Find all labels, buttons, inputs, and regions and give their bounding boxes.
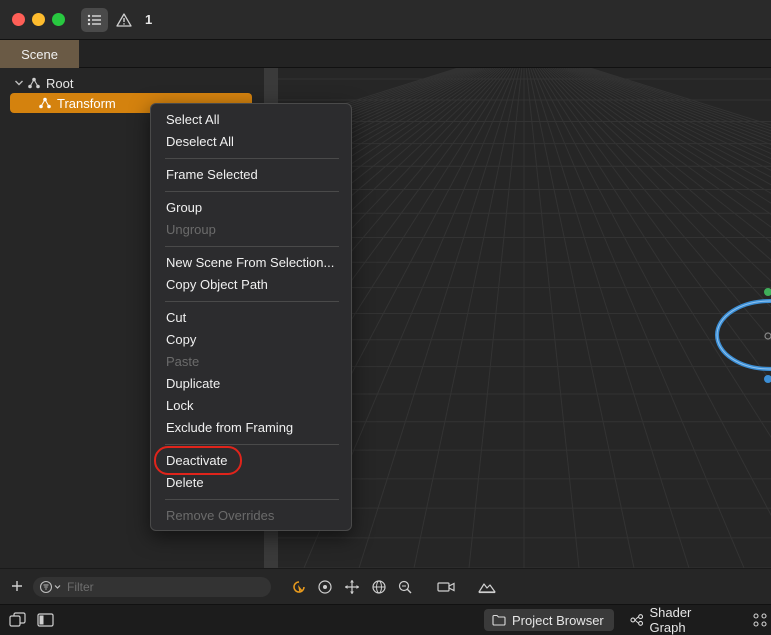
mountain-icon — [478, 583, 496, 594]
menu-separator — [165, 158, 339, 159]
filter-field[interactable] — [33, 577, 271, 597]
menu-item-new-scene-from-selection[interactable]: New Scene From Selection... — [166, 253, 334, 273]
orbit-tool-button[interactable] — [316, 578, 334, 596]
window-minimize-button[interactable] — [32, 13, 45, 26]
tab-bar: Scene — [0, 40, 771, 68]
more-tabs-icon[interactable] — [752, 612, 770, 628]
shader-graph-icon — [630, 614, 644, 626]
menu-item-delete[interactable]: Delete — [166, 473, 204, 493]
rotate-tool-button[interactable] — [370, 578, 388, 596]
zoom-tool-button[interactable] — [396, 578, 414, 596]
globe-icon — [372, 580, 386, 594]
tab-scene[interactable]: Scene — [0, 40, 79, 68]
menu-item-copy-object-path[interactable]: Copy Object Path — [166, 275, 268, 295]
status-bar: Project Browser Shader Graph — [0, 604, 771, 635]
camera-button[interactable] — [436, 578, 456, 596]
tab-shader-graph[interactable]: Shader Graph — [622, 605, 736, 635]
project-browser-label: Project Browser — [512, 612, 604, 628]
menu-item-select-all[interactable]: Select All — [166, 110, 219, 130]
hierarchy-toggle-button[interactable] — [81, 8, 108, 32]
plus-icon — [12, 581, 22, 591]
menu-item-paste: Paste — [166, 354, 200, 369]
issue-count: 1 — [145, 12, 153, 27]
tab-project-browser[interactable]: Project Browser — [484, 609, 614, 631]
filter-options-icon[interactable] — [39, 580, 63, 594]
menu-item-remove-overrides: Remove Overrides — [166, 508, 275, 523]
chevron-down-icon[interactable] — [14, 78, 24, 88]
node-icon — [39, 97, 51, 109]
hierarchy-footer — [0, 568, 278, 604]
move-arrows-icon — [345, 580, 359, 594]
camera-icon — [437, 582, 455, 592]
menu-item-group[interactable]: Group — [166, 198, 202, 218]
menu-item-cut[interactable]: Cut — [166, 308, 186, 328]
filter-input[interactable] — [67, 580, 247, 594]
zoom-icon — [398, 580, 412, 594]
transform-label: Transform — [57, 95, 116, 111]
menu-item-exclude-from-framing[interactable]: Exclude from Framing — [166, 418, 293, 438]
move-tool-button[interactable] — [343, 578, 361, 596]
menu-separator — [165, 246, 339, 247]
environment-button[interactable] — [477, 578, 497, 596]
root-label: Root — [46, 75, 74, 91]
window-maximize-button[interactable] — [52, 13, 65, 26]
add-entity-button[interactable] — [11, 577, 25, 595]
shader-graph-label: Shader Graph — [649, 605, 692, 635]
tree-row-root[interactable]: Root — [10, 73, 252, 93]
menu-item-ungroup: Ungroup — [166, 222, 216, 237]
title-bar: 1 — [0, 0, 771, 40]
node-icon — [28, 77, 40, 89]
menu-item-copy[interactable]: Copy — [166, 330, 196, 350]
list-icon — [87, 14, 101, 26]
menu-item-duplicate[interactable]: Duplicate — [166, 374, 220, 394]
menu-item-frame-selected[interactable]: Frame Selected — [166, 165, 258, 185]
deactivate-highlight-ring — [154, 446, 242, 475]
windows-icon[interactable] — [9, 612, 27, 628]
select-tool-icon — [293, 581, 305, 593]
menu-separator — [165, 191, 339, 192]
window-close-button[interactable] — [12, 13, 25, 26]
select-tool-button[interactable] — [290, 578, 308, 596]
issues-button[interactable] — [114, 8, 134, 32]
sidebar-icon[interactable] — [37, 612, 55, 628]
warning-icon — [116, 13, 132, 27]
orbit-tool-icon — [318, 580, 332, 594]
menu-separator — [165, 444, 339, 445]
menu-item-lock[interactable]: Lock — [166, 396, 193, 416]
folder-icon — [492, 614, 506, 626]
menu-separator — [165, 301, 339, 302]
viewport-toolbar — [278, 568, 771, 604]
menu-separator — [165, 499, 339, 500]
menu-item-deselect-all[interactable]: Deselect All — [166, 132, 234, 152]
